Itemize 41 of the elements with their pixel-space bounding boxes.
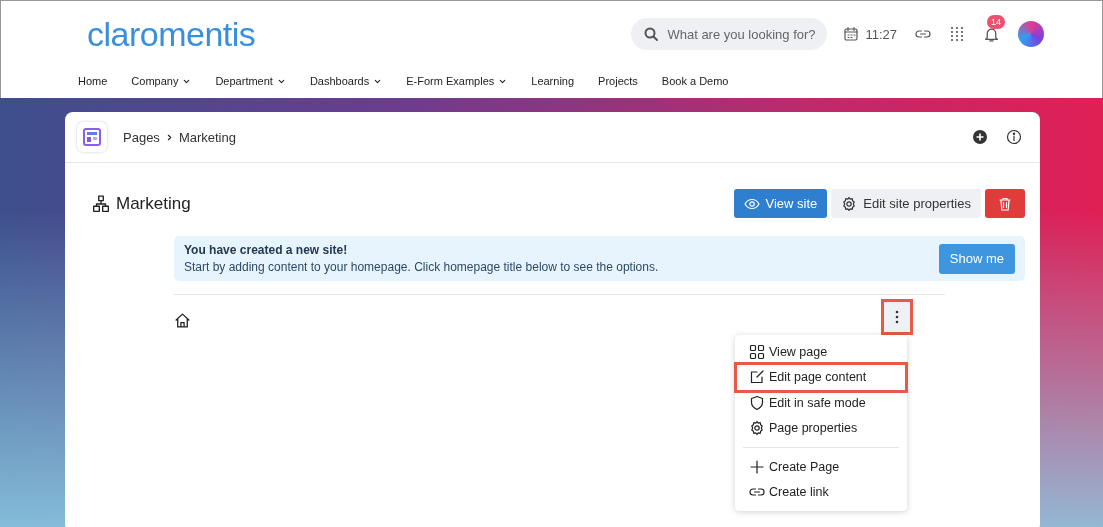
menu-item[interactable]: Page properties	[735, 415, 907, 441]
apps-icon	[949, 26, 965, 42]
nav-item[interactable]: E-Form Examples	[406, 75, 508, 87]
trash-icon	[997, 195, 1013, 212]
breadcrumb-item[interactable]: Pages	[123, 129, 160, 145]
view-site-button[interactable]: View site	[733, 189, 828, 218]
delete-button[interactable]	[985, 189, 1025, 218]
breadcrumb-item: Marketing	[178, 129, 236, 145]
info-icon	[1006, 129, 1022, 145]
nav-item[interactable]: Dashboards	[309, 75, 383, 87]
search-field[interactable]: What are you looking for?	[631, 18, 828, 50]
menu-item[interactable]: Edit page content	[737, 364, 905, 390]
avatar[interactable]	[1018, 21, 1044, 47]
nav-item[interactable]: Learning	[531, 75, 575, 87]
edit-icon	[749, 369, 765, 386]
menu-item[interactable]: Create Page	[735, 454, 907, 480]
grid-icon	[749, 343, 765, 360]
site-title: Marketing	[116, 193, 191, 214]
notification-badge: 14	[987, 14, 1005, 29]
nav-item[interactable]: Department	[215, 75, 286, 87]
alert-text: Start by adding content to your homepage. Click homepage title below to see the options.	[184, 260, 659, 274]
nav-item[interactable]: Home	[78, 75, 108, 87]
menu-item[interactable]: Create link	[735, 479, 907, 505]
home-icon	[174, 312, 191, 329]
time: 11:27	[865, 26, 897, 42]
more-icon	[895, 310, 899, 324]
sitemap-icon	[92, 194, 110, 213]
nav-item[interactable]: Company	[131, 75, 192, 87]
add-icon[interactable]	[972, 129, 988, 145]
alert-title: You have created a new site!	[184, 243, 349, 257]
shield-icon	[749, 394, 765, 411]
edit-properties-button[interactable]: Edit site properties	[831, 189, 981, 218]
plus-icon	[749, 458, 765, 475]
menu-item[interactable]: Edit in safe mode	[735, 390, 907, 416]
nav-item[interactable]: Projects	[598, 75, 638, 87]
search-icon	[643, 26, 660, 42]
menu-item[interactable]: View page	[735, 339, 907, 365]
nav-item[interactable]: Book a Demo	[661, 75, 729, 87]
settings-icon	[749, 420, 765, 437]
calendar-icon	[843, 26, 860, 42]
settings-icon	[841, 195, 858, 212]
